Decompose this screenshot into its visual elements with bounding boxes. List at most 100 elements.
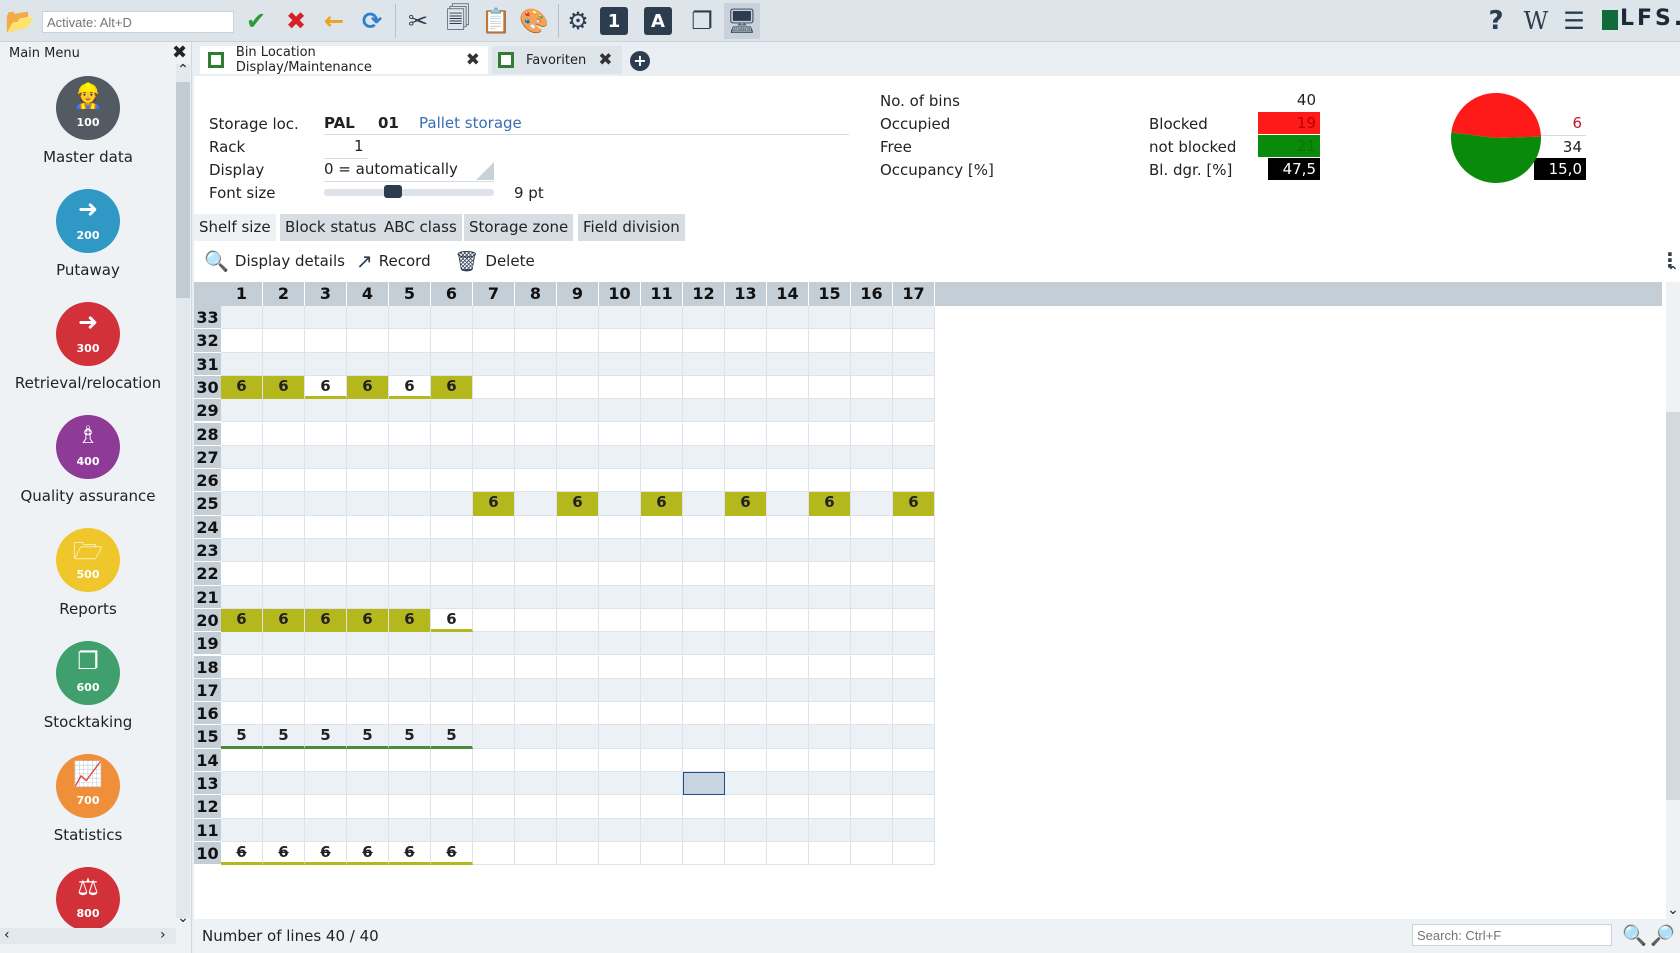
bin-cell[interactable] bbox=[431, 445, 473, 470]
one-icon[interactable]: 1 bbox=[600, 7, 628, 35]
storage-loc-number[interactable]: 01 bbox=[378, 114, 399, 132]
row-header[interactable]: 18 bbox=[194, 655, 221, 679]
module-statistics[interactable]: 📈 700 Statistics bbox=[0, 754, 176, 844]
bin-cell[interactable] bbox=[809, 422, 851, 446]
bin-cell[interactable] bbox=[221, 562, 263, 586]
bin-cell[interactable] bbox=[809, 748, 851, 772]
bin-cell[interactable] bbox=[599, 585, 641, 609]
bin-cell[interactable] bbox=[389, 539, 431, 563]
bin-cell[interactable] bbox=[557, 422, 599, 446]
record-button[interactable]: ↗ Record bbox=[356, 247, 431, 275]
bin-cell[interactable] bbox=[515, 375, 557, 400]
bin-cell[interactable] bbox=[641, 608, 683, 633]
bin-cell[interactable] bbox=[893, 329, 935, 353]
row-header[interactable]: 33 bbox=[194, 306, 221, 330]
bin-cell[interactable] bbox=[767, 725, 809, 749]
bin-cell[interactable]: 6 bbox=[809, 492, 851, 516]
zoom-in-icon[interactable]: 🔍 bbox=[1622, 923, 1647, 947]
bin-cell[interactable] bbox=[557, 399, 599, 423]
bin-cell[interactable] bbox=[263, 655, 305, 679]
bin-cell[interactable] bbox=[557, 375, 599, 400]
bin-cell[interactable] bbox=[851, 608, 893, 633]
bin-cell[interactable] bbox=[473, 725, 515, 749]
bin-cell[interactable] bbox=[431, 655, 473, 679]
bin-cell[interactable] bbox=[305, 655, 347, 679]
bin-cell[interactable] bbox=[473, 352, 515, 376]
bin-cell[interactable] bbox=[893, 375, 935, 400]
sidebar-hscrollbar[interactable] bbox=[0, 928, 176, 944]
column-header[interactable]: 3 bbox=[305, 282, 347, 306]
palette-icon[interactable]: 🎨 bbox=[516, 3, 552, 39]
bin-cell[interactable] bbox=[851, 399, 893, 423]
bin-cell[interactable] bbox=[389, 818, 431, 842]
module-master-data[interactable]: 👷 100 Master data bbox=[0, 76, 176, 166]
scroll-down-icon[interactable]: ⌄ bbox=[176, 910, 190, 926]
bin-cell[interactable]: 5 bbox=[221, 725, 263, 749]
bin-cell[interactable] bbox=[599, 469, 641, 493]
bin-cell[interactable] bbox=[221, 539, 263, 563]
bin-cell[interactable] bbox=[389, 445, 431, 470]
bin-cell[interactable] bbox=[851, 818, 893, 842]
bin-cell[interactable] bbox=[683, 772, 725, 796]
bin-cell[interactable]: 6 bbox=[221, 375, 263, 400]
bin-cell[interactable] bbox=[473, 399, 515, 423]
bin-cell[interactable] bbox=[389, 515, 431, 539]
bin-cell[interactable] bbox=[515, 352, 557, 376]
bin-cell[interactable]: 5 bbox=[389, 725, 431, 749]
bin-cell[interactable] bbox=[557, 562, 599, 586]
bin-cell[interactable] bbox=[557, 539, 599, 563]
bin-cell[interactable] bbox=[641, 399, 683, 423]
rack-field[interactable]: 1 bbox=[354, 137, 364, 155]
storage-loc-code[interactable]: PAL bbox=[324, 114, 355, 132]
column-header[interactable]: 4 bbox=[347, 282, 389, 306]
bin-cell[interactable]: 6 bbox=[431, 841, 473, 866]
bin-cell[interactable] bbox=[263, 748, 305, 772]
bin-cell[interactable] bbox=[389, 329, 431, 353]
bin-cell[interactable]: 6 bbox=[305, 841, 347, 866]
bin-cell[interactable] bbox=[683, 469, 725, 493]
bin-cell[interactable] bbox=[683, 375, 725, 400]
bin-cell[interactable] bbox=[389, 748, 431, 772]
bin-cell[interactable] bbox=[473, 445, 515, 470]
row-header[interactable]: 30 bbox=[194, 375, 221, 400]
font-size-slider-thumb[interactable] bbox=[384, 185, 402, 198]
bin-cell[interactable]: 6 bbox=[347, 841, 389, 866]
bin-cell[interactable]: 6 bbox=[389, 841, 431, 866]
bin-cell[interactable]: 6 bbox=[347, 608, 389, 633]
bin-cell[interactable] bbox=[473, 795, 515, 819]
module-reports[interactable]: 🗁 500 Reports bbox=[0, 528, 176, 618]
bin-cell[interactable]: 6 bbox=[725, 492, 767, 516]
grid-scroll-thumb[interactable] bbox=[1666, 412, 1680, 800]
bin-cell[interactable] bbox=[851, 375, 893, 400]
wiki-icon[interactable]: W bbox=[1518, 3, 1554, 39]
bin-cell[interactable]: 5 bbox=[305, 725, 347, 749]
bin-cell[interactable] bbox=[389, 678, 431, 703]
cut-icon[interactable]: ✂ bbox=[400, 3, 436, 39]
bin-cell[interactable] bbox=[683, 702, 725, 726]
bin-cell[interactable] bbox=[767, 515, 809, 539]
row-header[interactable]: 26 bbox=[194, 469, 221, 493]
bin-cell[interactable] bbox=[263, 539, 305, 563]
bin-cell[interactable] bbox=[641, 678, 683, 703]
bin-cell[interactable] bbox=[767, 678, 809, 703]
row-header[interactable]: 31 bbox=[194, 352, 221, 376]
bin-cell[interactable] bbox=[851, 748, 893, 772]
bin-cell[interactable] bbox=[473, 678, 515, 703]
bin-cell[interactable] bbox=[641, 772, 683, 796]
bin-cell[interactable] bbox=[221, 818, 263, 842]
bin-cell[interactable]: 6 bbox=[263, 375, 305, 400]
bin-cell[interactable] bbox=[389, 306, 431, 330]
bin-cell[interactable] bbox=[767, 329, 809, 353]
column-header[interactable]: 5 bbox=[389, 282, 431, 306]
bin-cell[interactable] bbox=[851, 678, 893, 703]
bin-cell[interactable] bbox=[305, 399, 347, 423]
column-header[interactable]: 17 bbox=[893, 282, 935, 306]
subtab-field-division[interactable]: Field division bbox=[578, 214, 685, 241]
bin-cell[interactable] bbox=[725, 399, 767, 423]
bin-cell[interactable] bbox=[431, 748, 473, 772]
bin-cell[interactable] bbox=[725, 422, 767, 446]
bin-cell[interactable] bbox=[431, 562, 473, 586]
bin-cell[interactable]: 6 bbox=[389, 608, 431, 633]
bin-cell[interactable] bbox=[515, 585, 557, 609]
bin-cell[interactable] bbox=[263, 585, 305, 609]
